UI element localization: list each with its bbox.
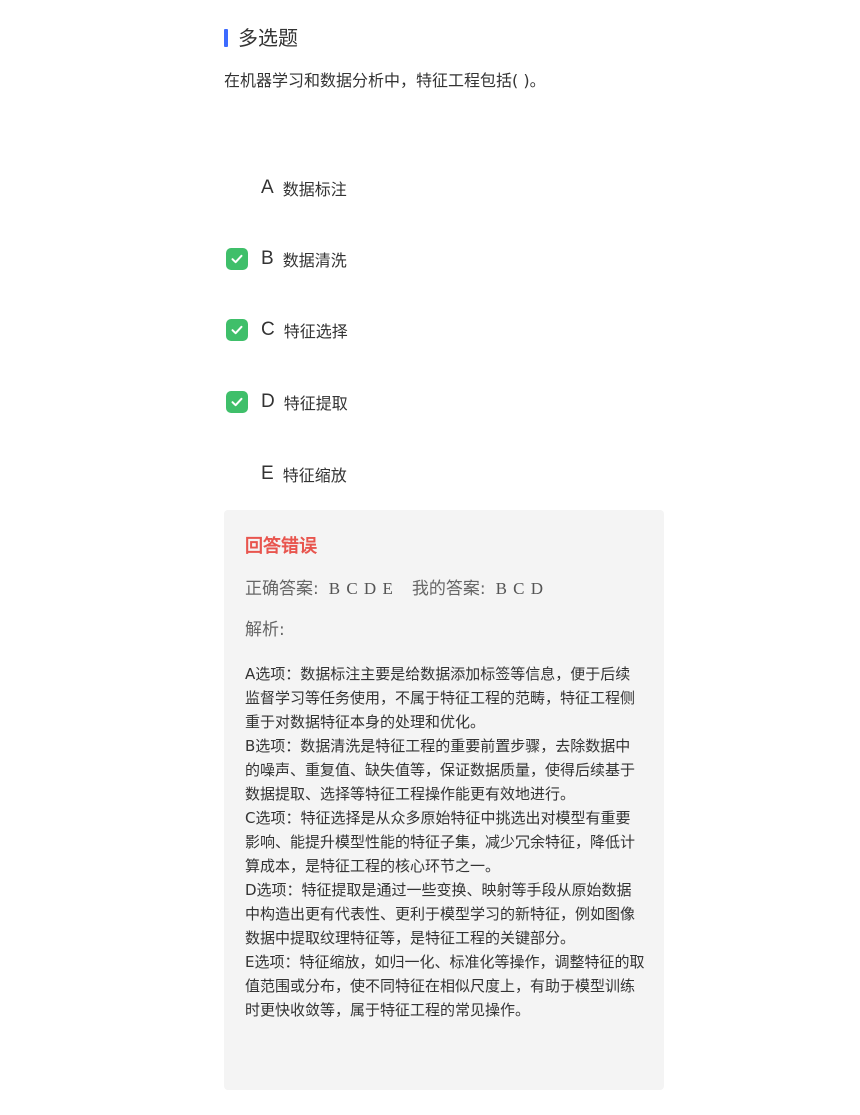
option-letter: B	[261, 248, 274, 269]
option-c[interactable]: C 特征选择	[226, 317, 348, 343]
analysis-paragraph: D选项：特征提取是通过一些变换、映射等手段从原始数据中构造出更有代表性、更利于模…	[245, 881, 636, 947]
option-letter: C	[261, 319, 275, 340]
option-d[interactable]: D 特征提取	[226, 389, 348, 415]
analysis-paragraph: E选项：特征缩放，如归一化、标准化等操作，调整特征的取值范围或分布，使不同特征在…	[245, 953, 645, 1019]
option-letter: D	[261, 391, 275, 412]
result-status: 回答错误	[245, 536, 317, 557]
analysis-paragraph: C选项：特征选择是从众多原始特征中挑选出对模型有重要影响、能提升模型性能的特征子…	[245, 809, 636, 875]
analysis-paragraph: A选项：数据标注主要是给数据添加标签等信息，便于后续监督学习等任务使用，不属于特…	[245, 665, 636, 731]
my-answer-label: 我的答案:	[411, 579, 486, 599]
option-text: 数据清洗	[282, 251, 347, 270]
analysis-label: 解析:	[245, 620, 285, 640]
option-letter: E	[261, 463, 274, 484]
my-answer-value: B C D	[495, 579, 545, 598]
option-text: 数据标注	[282, 180, 347, 199]
answer-line: 正确答案: B C D E 我的答案: B C D	[245, 574, 562, 599]
option-checkbox[interactable]	[226, 248, 248, 270]
option-b[interactable]: B 数据清洗	[226, 246, 347, 272]
result-panel: 回答错误 正确答案: B C D E 我的答案: B C D 解析: A选项：数据标注…	[224, 510, 664, 1090]
section-header: 多选题	[224, 24, 298, 52]
section-title: 多选题	[238, 26, 298, 50]
analysis-body: A选项：数据标注主要是给数据添加标签等信息，便于后续监督学习等任务使用，不属于特…	[245, 662, 645, 1022]
question-text: 在机器学习和数据分析中，特征工程包括( )。	[224, 71, 546, 90]
option-checkbox[interactable]	[226, 319, 248, 341]
correct-answer-value: B C D E	[328, 579, 394, 598]
option-checkbox[interactable]	[226, 463, 248, 485]
option-text: 特征提取	[283, 394, 348, 413]
option-text: 特征缩放	[282, 466, 347, 485]
option-a[interactable]: A 数据标注	[226, 175, 347, 201]
option-letter: A	[261, 177, 274, 198]
option-e[interactable]: E 特征缩放	[226, 461, 347, 487]
section-accent-bar	[224, 29, 228, 47]
option-text: 特征选择	[283, 322, 348, 341]
checkmark-icon	[231, 254, 243, 264]
analysis-paragraph: B选项：数据清洗是特征工程的重要前置步骤，去除数据中的噪声、重复值、缺失值等，保…	[245, 737, 636, 803]
correct-answer-label: 正确答案:	[245, 579, 319, 599]
option-checkbox[interactable]	[226, 177, 248, 199]
checkmark-icon	[231, 397, 243, 407]
checkmark-icon	[231, 325, 243, 335]
option-checkbox[interactable]	[226, 391, 248, 413]
